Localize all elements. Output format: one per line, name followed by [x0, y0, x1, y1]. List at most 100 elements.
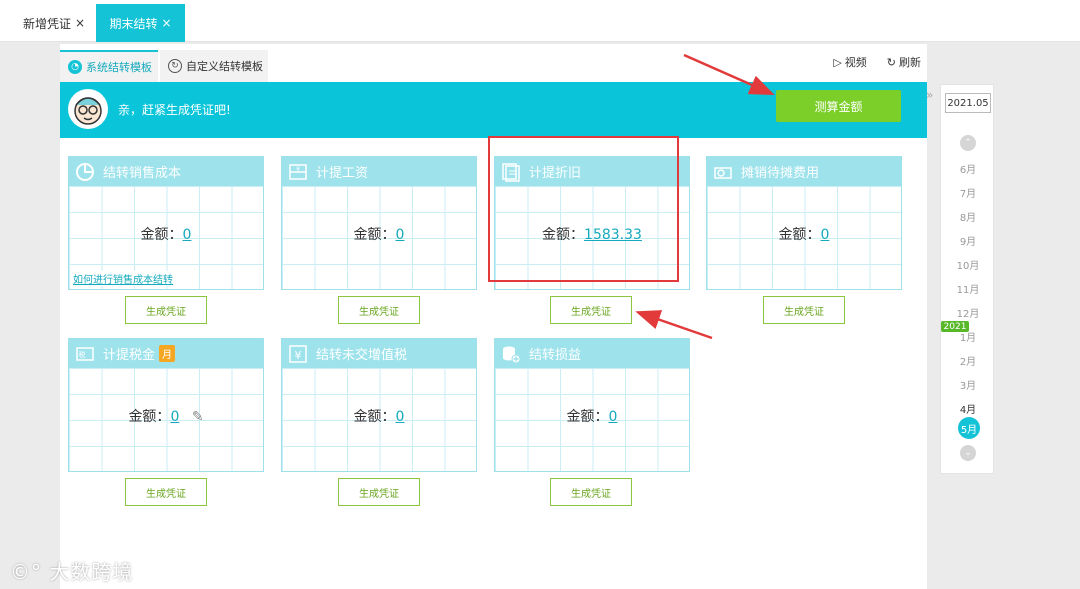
- card-header: ¥ 计提工资: [282, 157, 476, 186]
- card-body: 金额：0 ✎: [69, 368, 263, 471]
- generate-voucher-button[interactable]: 生成凭证: [763, 296, 845, 324]
- month-item[interactable]: 8月: [941, 209, 995, 224]
- pie-chart-icon: [75, 162, 95, 182]
- tab-label: 系统结转模板: [86, 61, 152, 74]
- card-vat-transfer: ¥ 结转未交增值税 金额：0: [281, 338, 477, 472]
- month-item[interactable]: 1月: [941, 329, 995, 344]
- tab-system-template[interactable]: ◔ 系统结转模板: [60, 50, 158, 82]
- svg-text:¥: ¥: [295, 349, 302, 362]
- card-title: 结转损益: [529, 348, 582, 363]
- card-body: 金额：0: [282, 368, 476, 471]
- amount-label: 金额：: [778, 227, 821, 243]
- amount-value[interactable]: 0: [396, 227, 405, 243]
- current-period[interactable]: 2021.05: [945, 93, 991, 113]
- template-tabs: ◔ 系统结转模板 ↻ 自定义结转模板 ▷ 视频 ↻ 刷新: [60, 44, 927, 82]
- amount-value[interactable]: 0: [170, 409, 179, 425]
- generate-voucher-button[interactable]: 生成凭证: [338, 296, 420, 324]
- month-item[interactable]: 12月: [941, 305, 995, 320]
- month-item[interactable]: 3月: [941, 377, 995, 392]
- tab-label: 期末结转: [109, 16, 158, 31]
- highlight-box: [488, 136, 679, 282]
- month-item[interactable]: 6月: [941, 161, 995, 176]
- month-badge: 月: [159, 345, 176, 362]
- month-item[interactable]: 11月: [941, 281, 995, 296]
- card-profit-loss: 结转损益 金额：0: [494, 338, 690, 472]
- watermark-logo-icon: ©°: [10, 560, 42, 584]
- amount-value[interactable]: 0: [609, 409, 618, 425]
- refresh-button[interactable]: ↻ 刷新: [887, 54, 921, 70]
- system-template-icon: ◔: [68, 60, 82, 74]
- card-amortization: 摊销待摊费用 金额：0: [706, 156, 902, 290]
- database-add-icon: [501, 344, 521, 364]
- custom-template-icon: ↻: [168, 59, 182, 73]
- card-body: 金额：0 如何进行销售成本结转: [69, 186, 263, 289]
- month-item[interactable]: 7月: [941, 185, 995, 200]
- video-button[interactable]: ▷ 视频: [833, 54, 866, 70]
- month-item[interactable]: 10月: [941, 257, 995, 272]
- avatar: [68, 89, 108, 129]
- amount-row: 金额：0: [282, 224, 476, 244]
- svg-text:税: 税: [79, 350, 86, 359]
- tab-label: 新增凭证: [22, 16, 71, 31]
- amount-row: 金额：0 ✎: [69, 406, 263, 426]
- card-title: 摊销待摊费用: [741, 166, 820, 181]
- tab-new-voucher[interactable]: 新增凭证 ×: [14, 4, 94, 42]
- amount-row: 金额：0: [495, 406, 689, 426]
- close-icon[interactable]: ×: [161, 16, 171, 30]
- generate-voucher-button[interactable]: 生成凭证: [125, 478, 207, 506]
- chevron-down-icon[interactable]: ⌄: [960, 445, 976, 461]
- generate-voucher-button[interactable]: 生成凭证: [550, 478, 632, 506]
- card-header: 摊销待摊费用: [707, 157, 901, 186]
- card-title: 计提工资: [316, 166, 369, 181]
- tab-period-end[interactable]: 期末结转 ×: [96, 4, 185, 42]
- amount-row: 金额：0: [69, 224, 263, 244]
- refresh-icon: ↻: [886, 56, 896, 69]
- generate-voucher-button[interactable]: 生成凭证: [550, 296, 632, 324]
- amount-label: 金额：: [128, 409, 171, 425]
- amount-label: 金额：: [353, 227, 396, 243]
- tab-custom-template[interactable]: ↻ 自定义结转模板: [160, 50, 268, 82]
- card-body: 金额：0: [707, 186, 901, 289]
- generate-voucher-button[interactable]: 生成凭证: [338, 478, 420, 506]
- calculate-amount-button[interactable]: 测算金额: [776, 90, 901, 122]
- video-label: 视频: [844, 56, 867, 69]
- card-header: 税 计提税金 月: [69, 339, 263, 368]
- amount-label: 金额：: [140, 227, 183, 243]
- close-icon[interactable]: ×: [75, 16, 85, 30]
- amount-row: 金额：0: [707, 224, 901, 244]
- tax-icon: 税: [75, 344, 95, 364]
- month-item-selected[interactable]: 5月: [958, 417, 980, 439]
- period-selector: 2021.05 ⌃ 6月 7月 8月 9月 10月 11月 12月 2021 1…: [940, 84, 994, 474]
- amount-value[interactable]: 0: [821, 227, 830, 243]
- card-salary: ¥ 计提工资 金额：0: [281, 156, 477, 290]
- month-item[interactable]: 9月: [941, 233, 995, 248]
- wallet-icon: ¥: [288, 162, 308, 182]
- collapse-icon[interactable]: »: [926, 88, 933, 102]
- watermark: ©° 大数跨境: [10, 556, 133, 585]
- card-body: 金额：0: [282, 186, 476, 289]
- banner-message: 亲，赶紧生成凭证吧!: [118, 103, 231, 117]
- card-sales-cost: 结转销售成本 金额：0 如何进行销售成本结转: [68, 156, 264, 290]
- help-link[interactable]: 如何进行销售成本结转: [73, 271, 173, 286]
- month-item[interactable]: 4月: [941, 401, 995, 416]
- yen-icon: ¥: [288, 344, 308, 364]
- edit-icon[interactable]: ✎: [192, 409, 204, 425]
- svg-text:¥: ¥: [296, 166, 300, 173]
- play-icon: ▷: [833, 56, 842, 69]
- generate-voucher-button[interactable]: 生成凭证: [125, 296, 207, 324]
- card-header: 结转销售成本: [69, 157, 263, 186]
- banner: 亲，赶紧生成凭证吧! 测算金额: [60, 82, 927, 138]
- card-title: 计提税金: [103, 348, 156, 363]
- card-body: 金额：0: [495, 368, 689, 471]
- amount-value[interactable]: 0: [183, 227, 192, 243]
- card-title: 结转未交增值税: [316, 348, 408, 363]
- refresh-label: 刷新: [899, 56, 921, 69]
- amount-value[interactable]: 0: [396, 409, 405, 425]
- month-item[interactable]: 2月: [941, 353, 995, 368]
- card-header: 结转损益: [495, 339, 689, 368]
- amount-label: 金额：: [353, 409, 396, 425]
- amount-row: 金额：0: [282, 406, 476, 426]
- tab-label: 自定义结转模板: [186, 60, 263, 73]
- toolbar-actions: ▷ 视频 ↻ 刷新: [833, 54, 921, 70]
- chevron-up-icon[interactable]: ⌃: [960, 135, 976, 151]
